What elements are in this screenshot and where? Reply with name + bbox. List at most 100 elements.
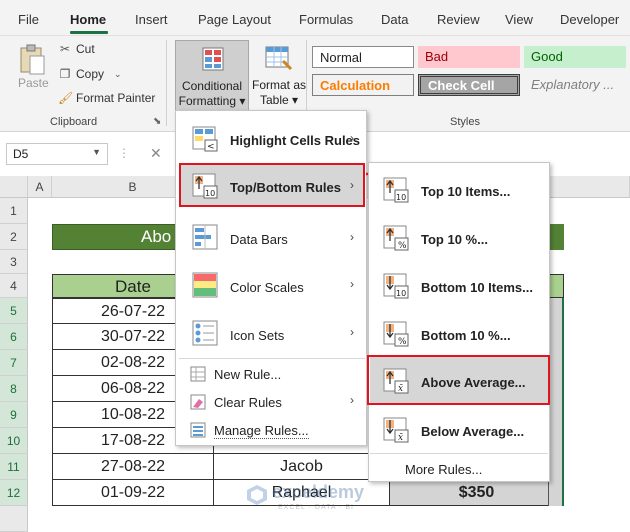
copy-button[interactable]: ❐ Copy ⌄ xyxy=(58,67,122,81)
style-check-cell[interactable]: Check Cell xyxy=(418,74,520,96)
cf-label-line1: Conditional xyxy=(181,79,243,93)
title-banner-edge xyxy=(548,224,564,250)
num10-icon-text: 10 xyxy=(396,193,406,202)
cut-label: Cut xyxy=(76,42,95,56)
percent-icon-text: % xyxy=(398,337,407,347)
bottom-10-items-item[interactable]: Bottom 10 Items... xyxy=(421,280,533,295)
watermark-tagline: EXCEL · DATA · BI xyxy=(278,504,354,511)
bottom-10-percent-icon: % xyxy=(383,321,409,347)
format-painter-label: Format Painter xyxy=(76,91,156,105)
data-bars-icon xyxy=(192,224,218,250)
row-header-4[interactable]: 4 xyxy=(0,274,28,298)
bottom-10-percent-item[interactable]: Bottom 10 %... xyxy=(421,328,511,343)
paste-icon[interactable] xyxy=(18,44,46,76)
tab-formulas[interactable]: Formulas xyxy=(299,12,353,27)
tab-developer[interactable]: Developer xyxy=(560,12,619,27)
more-icon: ⋮ xyxy=(118,146,130,160)
format-table-label-line2[interactable]: Table ▾ xyxy=(250,93,308,107)
copy-label: Copy xyxy=(76,67,105,81)
tab-file[interactable]: File xyxy=(18,12,39,27)
below-average-item[interactable]: Below Average... xyxy=(421,424,524,439)
row-header-9[interactable]: 9 xyxy=(0,402,28,428)
icon-sets-item[interactable]: Icon Sets xyxy=(230,328,284,343)
header-cell-edge xyxy=(548,274,564,298)
row-header-2[interactable]: 2 xyxy=(0,224,28,250)
row-header-13 xyxy=(0,506,28,532)
styles-group-label: Styles xyxy=(450,116,480,128)
chevron-down-icon[interactable]: ▼ xyxy=(92,147,101,157)
clipboard-group-label: Clipboard xyxy=(50,116,98,128)
xbar-icon-text: x̄ xyxy=(398,433,403,443)
top-10-items-item[interactable]: Top 10 Items... xyxy=(421,184,510,199)
cf-label-line2: Formatting ▾ xyxy=(178,94,246,108)
menu-separator xyxy=(179,358,365,359)
style-calculation[interactable]: Calculation xyxy=(312,74,414,96)
row-header-1[interactable]: 1 xyxy=(0,198,28,224)
tab-home[interactable]: Home xyxy=(70,12,106,27)
date-cell[interactable]: 01-09-22 xyxy=(52,479,214,506)
bottom-10-items-icon: 10 xyxy=(383,273,409,299)
chevron-right-icon: › xyxy=(350,131,354,145)
paste-label[interactable]: Paste xyxy=(18,76,49,90)
below-average-icon: x̄ xyxy=(383,417,409,443)
chevron-right-icon: › xyxy=(350,277,354,291)
active-tab-indicator xyxy=(70,31,108,34)
highlight-cells-rules-item[interactable]: Highlight Cells Rules xyxy=(230,133,360,148)
highlight-cells-icon: < xyxy=(192,126,218,152)
conditional-formatting-button[interactable]: Conditional Formatting ▾ xyxy=(175,40,249,112)
name-box-value: D5 xyxy=(13,147,29,161)
watermark-name: exceldemy xyxy=(272,482,365,502)
format-table-label-line1[interactable]: Format as xyxy=(250,78,308,92)
dialog-launcher-icon[interactable]: ⬊ xyxy=(153,116,161,127)
manage-rules-icon xyxy=(190,422,206,438)
tab-review[interactable]: Review xyxy=(437,12,480,27)
style-explanatory[interactable]: Explanatory ... xyxy=(524,74,626,96)
data-bars-item[interactable]: Data Bars xyxy=(230,232,288,247)
name-cell[interactable]: Jacob xyxy=(213,453,390,480)
row-header-10[interactable]: 10 xyxy=(0,428,28,454)
percent-icon-text: % xyxy=(398,241,407,251)
style-normal[interactable]: Normal xyxy=(312,46,414,68)
row-header-11[interactable]: 11 xyxy=(0,454,28,480)
more-rules-item[interactable]: More Rules... xyxy=(405,462,482,477)
conditional-formatting-icon xyxy=(202,47,224,71)
tab-insert[interactable]: Insert xyxy=(135,12,168,27)
color-scales-icon xyxy=(192,272,218,298)
style-bad[interactable]: Bad xyxy=(418,46,520,68)
cancel-icon[interactable]: ✕ xyxy=(150,145,162,162)
cut-button[interactable]: ✂ Cut xyxy=(58,42,95,56)
row-header-6[interactable]: 6 xyxy=(0,324,28,350)
color-scales-item[interactable]: Color Scales xyxy=(230,280,304,295)
manage-rules-item[interactable]: Manage Rules... xyxy=(214,423,309,439)
style-good[interactable]: Good xyxy=(524,46,626,68)
tab-page-layout[interactable]: Page Layout xyxy=(198,12,271,27)
column-header-a[interactable]: A xyxy=(28,176,52,198)
top-10-percent-icon: % xyxy=(383,225,409,251)
clear-rules-item[interactable]: Clear Rules xyxy=(214,395,282,410)
format-painter-button[interactable]: 🖌 Format Painter xyxy=(58,91,155,105)
value-cell[interactable]: $350 xyxy=(389,479,564,506)
row-header-8[interactable]: 8 xyxy=(0,376,28,402)
date-cell[interactable]: 27-08-22 xyxy=(52,453,214,480)
above-average-highlight-box xyxy=(367,355,550,405)
new-rule-item[interactable]: New Rule... xyxy=(214,367,281,382)
row-header-12[interactable]: 12 xyxy=(0,480,28,506)
name-box[interactable]: D5 ▼ xyxy=(6,143,108,165)
format-as-table-icon[interactable] xyxy=(265,44,293,72)
conditional-formatting-menu: < Highlight Cells Rules › 10 Top/Bottom … xyxy=(175,110,367,446)
selected-range-edge xyxy=(548,298,564,506)
row-header-5[interactable]: 5 xyxy=(0,298,28,324)
top-bottom-submenu: 10 Top 10 Items... % Top 10 %... 10 Bott… xyxy=(367,162,550,482)
select-all-corner[interactable] xyxy=(0,176,28,198)
tab-data[interactable]: Data xyxy=(381,12,408,27)
row-header-7[interactable]: 7 xyxy=(0,350,28,376)
top-10-items-icon: 10 xyxy=(383,177,409,203)
top-10-percent-item[interactable]: Top 10 %... xyxy=(421,232,488,247)
menu-separator xyxy=(370,453,548,454)
row-header-3[interactable]: 3 xyxy=(0,250,28,274)
chevron-right-icon: › xyxy=(350,325,354,339)
chevron-down-icon[interactable]: ⌄ xyxy=(114,69,122,80)
watermark: exceldemy EXCEL · DATA · BI xyxy=(246,482,364,511)
chevron-right-icon: › xyxy=(350,393,354,407)
tab-view[interactable]: View xyxy=(505,12,533,27)
